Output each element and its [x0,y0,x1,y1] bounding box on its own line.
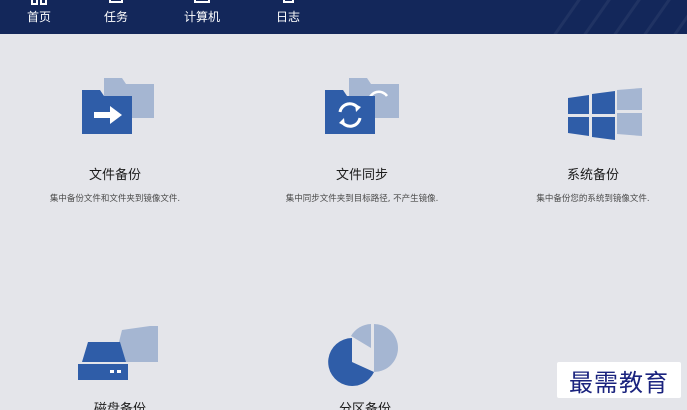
file-backup-title: 文件备份 [88,168,141,183]
folder-sync-icon [325,78,399,134]
nav-item-computer[interactable]: 计算机 [174,0,230,34]
nav-label-tasks: 任务 [103,10,128,24]
partition-backup-title: 分区备份 [338,402,391,410]
nav-item-log[interactable]: 日志 [260,0,316,34]
tasks-icon [109,0,123,3]
file-sync-title: 文件同步 [335,168,388,183]
watermark-logo: 最需教育 [557,362,681,398]
file-sync-card[interactable]: 文件同步 集中同步文件夹到目标路径, 不产生镜像. [262,70,462,210]
system-backup-title: 系统备份 [566,168,619,183]
disk-backup-title: 磁盘备份 [93,402,146,410]
folder-arrow-icon [82,78,154,134]
home-icon [31,0,47,5]
nav-label-computer: 计算机 [183,10,220,24]
system-backup-desc: 集中备份您的系统到镜像文件. [536,194,650,204]
nav-item-tasks[interactable]: 任务 [88,0,144,34]
system-backup-card[interactable]: 系统备份 集中备份您的系统到镜像文件. [508,70,678,210]
nav-label-home: 首页 [26,10,51,24]
file-backup-desc: 集中备份文件和文件夹到镜像文件. [49,194,181,204]
file-backup-card[interactable]: 文件备份 集中备份文件和文件夹到镜像文件. [20,70,210,210]
nav-label-log: 日志 [275,10,300,24]
partition-backup-card[interactable]: 分区备份 [285,320,445,410]
file-sync-desc: 集中同步文件夹到目标路径, 不产生镜像. [285,194,439,204]
computer-icon [194,0,210,3]
disk-backup-card[interactable]: 磁盘备份 [40,320,200,410]
disk-icon [78,326,158,380]
top-nav-bar: 首页 任务 计算机 日志 [0,0,687,34]
log-icon [283,0,294,3]
pie-icon [328,324,398,386]
windows-icon [568,88,642,140]
watermark-text: 最需教育 [569,368,669,397]
nav-item-home[interactable]: 首页 [11,0,67,34]
